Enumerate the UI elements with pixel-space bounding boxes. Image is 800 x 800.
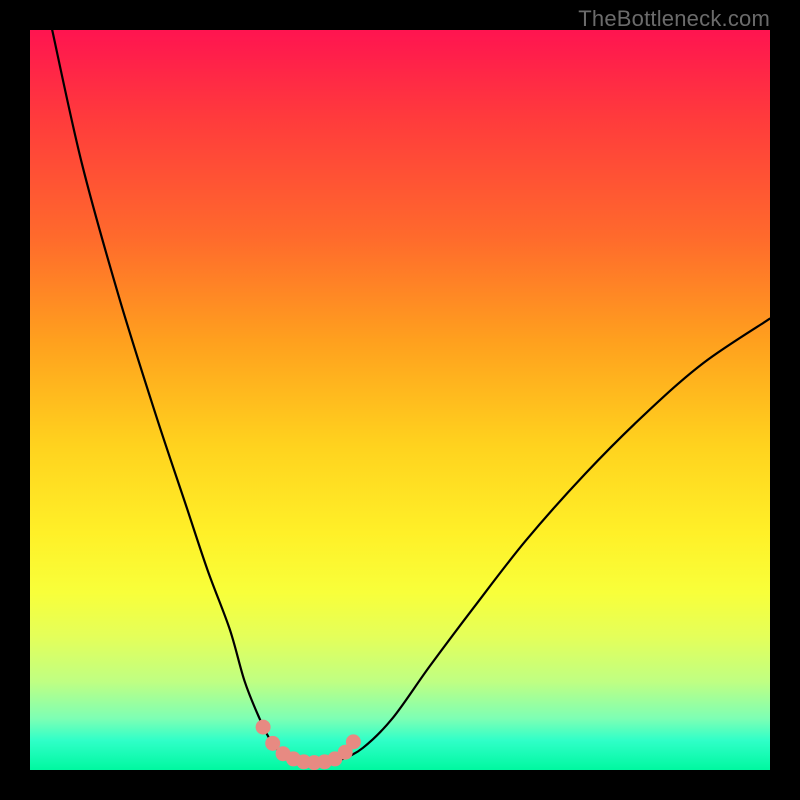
- main-curve: [52, 30, 770, 763]
- curve-layer: [30, 30, 770, 770]
- plot-area: [30, 30, 770, 770]
- marker-dot: [286, 751, 301, 766]
- attribution-text: TheBottleneck.com: [578, 6, 770, 32]
- marker-dot: [256, 720, 271, 735]
- marker-dot: [265, 736, 280, 751]
- marker-dot: [317, 754, 332, 769]
- marker-dot: [296, 754, 311, 769]
- marker-dot: [338, 745, 353, 760]
- marker-group: [256, 720, 361, 770]
- marker-dot: [327, 751, 342, 766]
- marker-dot: [276, 746, 291, 761]
- marker-dot: [346, 734, 361, 749]
- chart-stage: TheBottleneck.com: [0, 0, 800, 800]
- marker-dot: [307, 755, 322, 770]
